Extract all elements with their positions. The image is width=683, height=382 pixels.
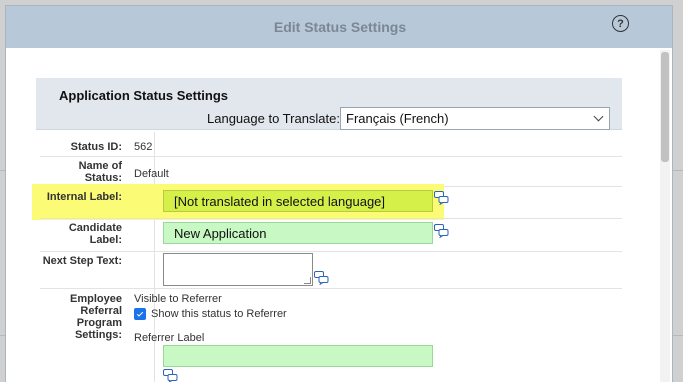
- panel-body: Internal Label: [Not translated in selec…: [36, 78, 622, 382]
- speech-bubbles-icon[interactable]: [314, 271, 329, 285]
- dialog-titlebar: Edit Status Settings: [6, 6, 672, 48]
- show-status-to-referrer-checkbox[interactable]: [134, 308, 146, 320]
- speech-bubbles-icon[interactable]: [434, 191, 449, 205]
- visible-to-referrer-label: Visible to Referrer: [134, 293, 222, 305]
- candidate-label-row: Candidate Label: New Application: [40, 219, 622, 252]
- scrollbar-thumb[interactable]: [661, 52, 669, 162]
- speech-bubbles-icon[interactable]: [434, 224, 449, 238]
- show-status-to-referrer-label: Show this status to Referrer: [151, 308, 287, 320]
- checkmark-icon: [136, 309, 144, 317]
- internal-label-row: Internal Label: [Not translated in selec…: [40, 187, 622, 219]
- internal-label-input[interactable]: [Not translated in selected language]: [163, 190, 433, 212]
- help-icon[interactable]: ?: [612, 15, 629, 32]
- speech-bubbles-icon[interactable]: [163, 369, 178, 382]
- dialog-title: Edit Status Settings: [273, 19, 407, 35]
- referrer-label-input[interactable]: [163, 345, 433, 367]
- next-step-text-row: Next Step Text:: [40, 252, 622, 289]
- next-step-textarea[interactable]: [163, 253, 313, 286]
- resize-grip-icon[interactable]: [304, 277, 311, 284]
- referrer-label-caption: Referrer Label: [134, 332, 205, 344]
- candidate-label-label: Candidate Label:: [68, 222, 122, 246]
- employee-referral-label: Employee Referral Program Settings:: [70, 293, 122, 341]
- candidate-label-input[interactable]: New Application: [163, 222, 433, 244]
- employee-referral-row: Employee Referral Program Settings: Visi…: [40, 289, 622, 382]
- internal-label-label: Internal Label:: [46, 191, 122, 203]
- edit-status-dialog: Edit Status Settings ? Application Statu…: [5, 5, 673, 382]
- next-step-text-label: Next Step Text:: [42, 255, 122, 267]
